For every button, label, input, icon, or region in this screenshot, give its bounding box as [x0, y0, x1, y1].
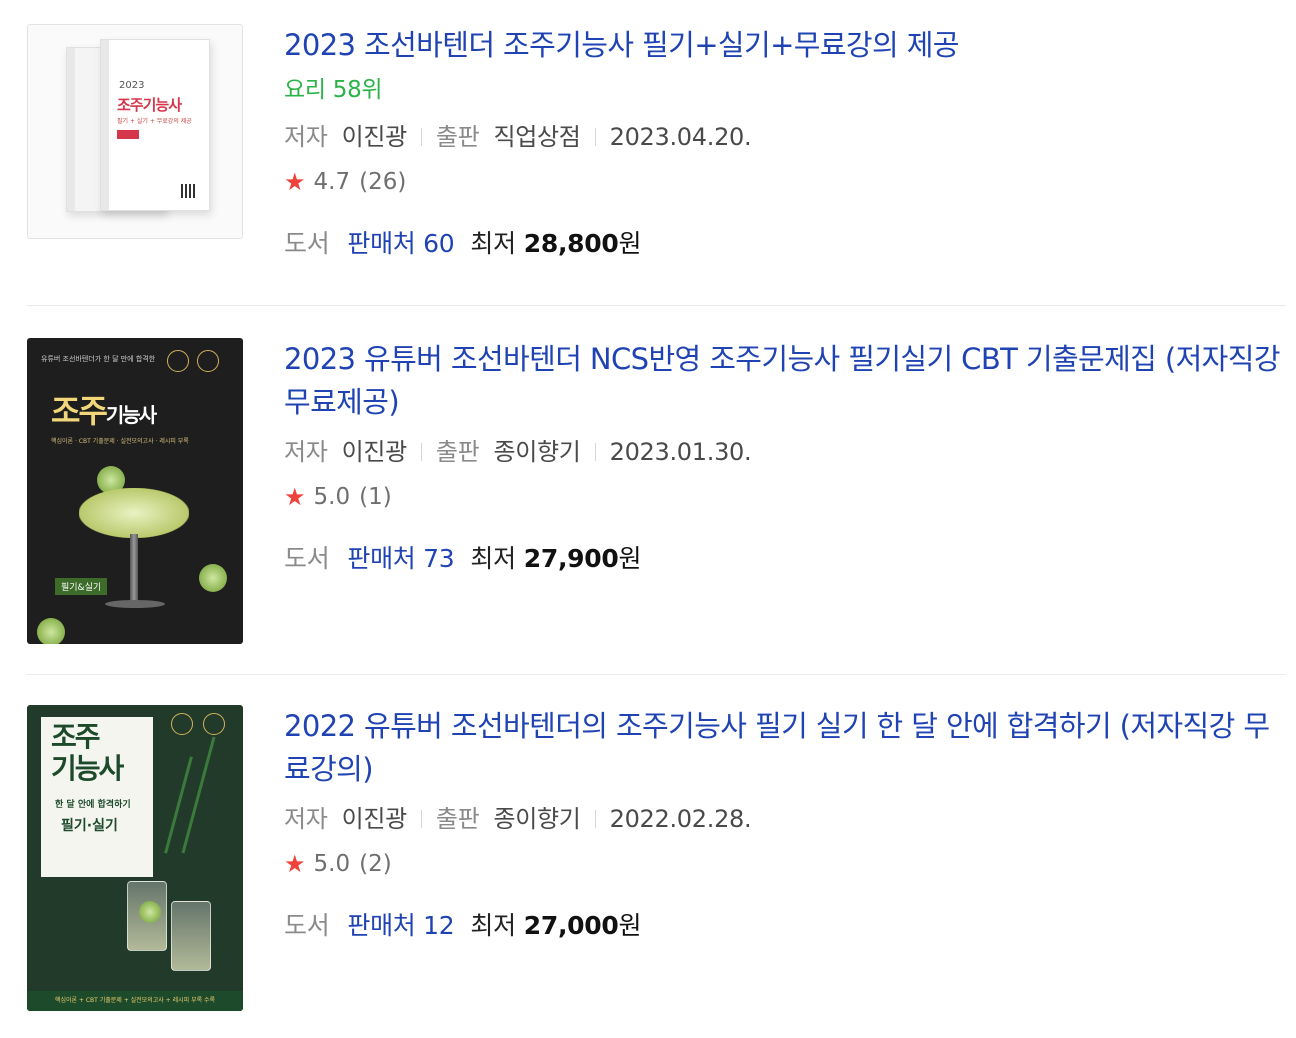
list-item: 2023 조주기능사 필기 + 실기 + 무료강의 제공 2023 조선바텐더 …	[27, 0, 1286, 306]
product-title-link[interactable]: 2023 유튜버 조선바텐더 NCS반영 조주기능사 필기실기 CBT 기출문제…	[284, 338, 1286, 424]
currency-unit: 원	[618, 229, 642, 258]
item-info: 2022 유튜버 조선바텐더의 조주기능사 필기 실기 한 달 안에 합격하기 …	[284, 705, 1286, 1015]
list-item: 조주 기능사 한 달 안에 합격하기 필기·실기 핵심이론 + CBT 기출문제…	[27, 675, 1286, 1015]
book-cover-thumbnail[interactable]: 조주 기능사 한 달 안에 합격하기 필기·실기 핵심이론 + CBT 기출문제…	[27, 705, 243, 1011]
book-cover-front: 2023 조주기능사 필기 + 실기 + 무료강의 제공	[100, 39, 210, 211]
lowest-label: 최저	[470, 544, 516, 573]
cover-subtitle-2: 필기·실기	[61, 818, 118, 834]
cover-title-sub: 기능사	[105, 403, 157, 427]
category-label: 도서	[284, 544, 330, 573]
price-row: 도서 판매처 60 최저 28,800 원	[284, 224, 1286, 260]
rating-score: 5.0	[313, 851, 351, 877]
publish-date: 2023.04.20.	[609, 123, 752, 151]
divider	[420, 443, 422, 461]
star-icon: ★	[284, 850, 306, 878]
review-count: (2)	[359, 851, 392, 877]
book-meta: 저자 이진광 출판 종이향기 2022.02.28.	[284, 803, 1286, 835]
cover-contents-line: 핵심이론 · CBT 기출문제 · 실전모의고사 · 레시피 부록	[51, 438, 189, 445]
award-badge-icon	[171, 713, 193, 735]
glass-icon	[171, 901, 211, 971]
cover-title: 조주기능사	[51, 386, 157, 432]
herb-icon	[181, 736, 216, 854]
product-title-link[interactable]: 2023 조선바텐더 조주기능사 필기+실기+무료강의 제공	[284, 24, 1286, 67]
qr-code-icon	[181, 184, 195, 198]
price-row: 도서 판매처 12 최저 27,000 원	[284, 906, 1286, 942]
lime-icon	[37, 618, 65, 644]
lowest-label: 최저	[470, 229, 516, 258]
author-name: 이진광	[341, 438, 408, 466]
herb-icon	[164, 756, 193, 854]
review-count: (26)	[359, 169, 407, 195]
book-cover-thumbnail[interactable]: 2023 조주기능사 필기 + 실기 + 무료강의 제공	[27, 24, 243, 239]
glass-base	[105, 600, 165, 608]
publisher-label: 출판	[435, 438, 480, 466]
glass-stem	[130, 534, 138, 604]
divider	[420, 128, 422, 146]
book-meta: 저자 이진광 출판 직업상점 2023.04.20.	[284, 121, 1286, 153]
review-count: (1)	[359, 484, 392, 510]
divider	[594, 128, 596, 146]
publisher-name: 종이향기	[493, 805, 581, 833]
currency-unit: 원	[618, 911, 642, 940]
seller-count-link[interactable]: 판매처 73	[347, 539, 454, 575]
book-spine	[67, 48, 75, 211]
publisher-name: 직업상점	[493, 123, 581, 151]
price-row: 도서 판매처 73 최저 27,900 원	[284, 539, 1286, 575]
cover-subtitle: 한 달 안에 합격하기	[55, 800, 131, 810]
seller-count-link[interactable]: 판매처 60	[347, 224, 454, 260]
lowest-price: 27,000	[523, 911, 619, 940]
rating: ★ 5.0 (2)	[284, 848, 1286, 880]
cover-footer: 핵심이론 + CBT 기출문제 + 실전모의고사 + 레시피 부록 수록	[27, 991, 243, 1011]
rating: ★ 5.0 (1)	[284, 481, 1286, 513]
author-name: 이진광	[341, 805, 408, 833]
product-title-link[interactable]: 2022 유튜버 조선바텐더의 조주기능사 필기 실기 한 달 안에 합격하기 …	[284, 705, 1286, 791]
lowest-label: 최저	[470, 911, 516, 940]
publisher-name: 종이향기	[493, 438, 581, 466]
lime-icon	[139, 901, 161, 923]
category-rank-badge: 요리 58위	[284, 77, 383, 103]
publisher-label: 출판	[435, 805, 480, 833]
star-icon: ★	[284, 483, 306, 511]
rating: ★ 4.7 (26)	[284, 166, 1286, 198]
cover-title-main: 조주	[51, 392, 108, 430]
book-spine	[101, 40, 109, 210]
cocktail-glass-icon	[79, 488, 189, 538]
award-badge-icon	[203, 713, 225, 735]
divider	[594, 443, 596, 461]
book-cover-thumbnail[interactable]: 유튜버 조선바텐더가 한 달 만에 합격한 조주기능사 핵심이론 · CBT 기…	[27, 338, 243, 644]
author-label: 저자	[284, 123, 328, 151]
seller-count-link[interactable]: 판매처 12	[347, 906, 454, 942]
list-item: 유튜버 조선바텐더가 한 달 만에 합격한 조주기능사 핵심이론 · CBT 기…	[27, 306, 1286, 675]
divider	[420, 810, 422, 828]
cover-title: 조주 기능사	[51, 720, 124, 785]
lowest-price: 27,900	[523, 544, 619, 573]
item-info: 2023 유튜버 조선바텐더 NCS반영 조주기능사 필기실기 CBT 기출문제…	[284, 338, 1286, 674]
category-label: 도서	[284, 229, 330, 258]
author-label: 저자	[284, 805, 328, 833]
author-label: 저자	[284, 438, 328, 466]
publisher-label: 출판	[435, 123, 480, 151]
star-icon: ★	[284, 168, 306, 196]
cover-title: 조주기능사	[117, 96, 182, 114]
currency-unit: 원	[618, 544, 642, 573]
category-label: 도서	[284, 911, 330, 940]
author-name: 이진광	[341, 123, 408, 151]
cover-year: 2023	[119, 80, 145, 91]
award-badge-icon	[167, 350, 189, 372]
divider	[594, 810, 596, 828]
cover-tag	[117, 130, 139, 139]
cover-subtitle: 필기 + 실기 + 무료강의 제공	[117, 118, 192, 125]
publish-date: 2022.02.28.	[609, 805, 752, 833]
cover-top-text: 유튜버 조선바텐더가 한 달 만에 합격한	[41, 355, 156, 363]
book-meta: 저자 이진광 출판 종이향기 2023.01.30.	[284, 436, 1286, 468]
lowest-price: 28,800	[523, 229, 619, 258]
publish-date: 2023.01.30.	[609, 438, 752, 466]
rating-score: 5.0	[313, 484, 351, 510]
search-result-list: 2023 조주기능사 필기 + 실기 + 무료강의 제공 2023 조선바텐더 …	[27, 0, 1286, 1015]
rating-score: 4.7	[313, 169, 351, 195]
award-badge-icon	[197, 350, 219, 372]
lime-icon	[199, 564, 227, 592]
cover-label: 필기&실기	[55, 578, 108, 595]
item-info: 2023 조선바텐더 조주기능사 필기+실기+무료강의 제공 요리 58위 저자…	[284, 24, 1286, 305]
